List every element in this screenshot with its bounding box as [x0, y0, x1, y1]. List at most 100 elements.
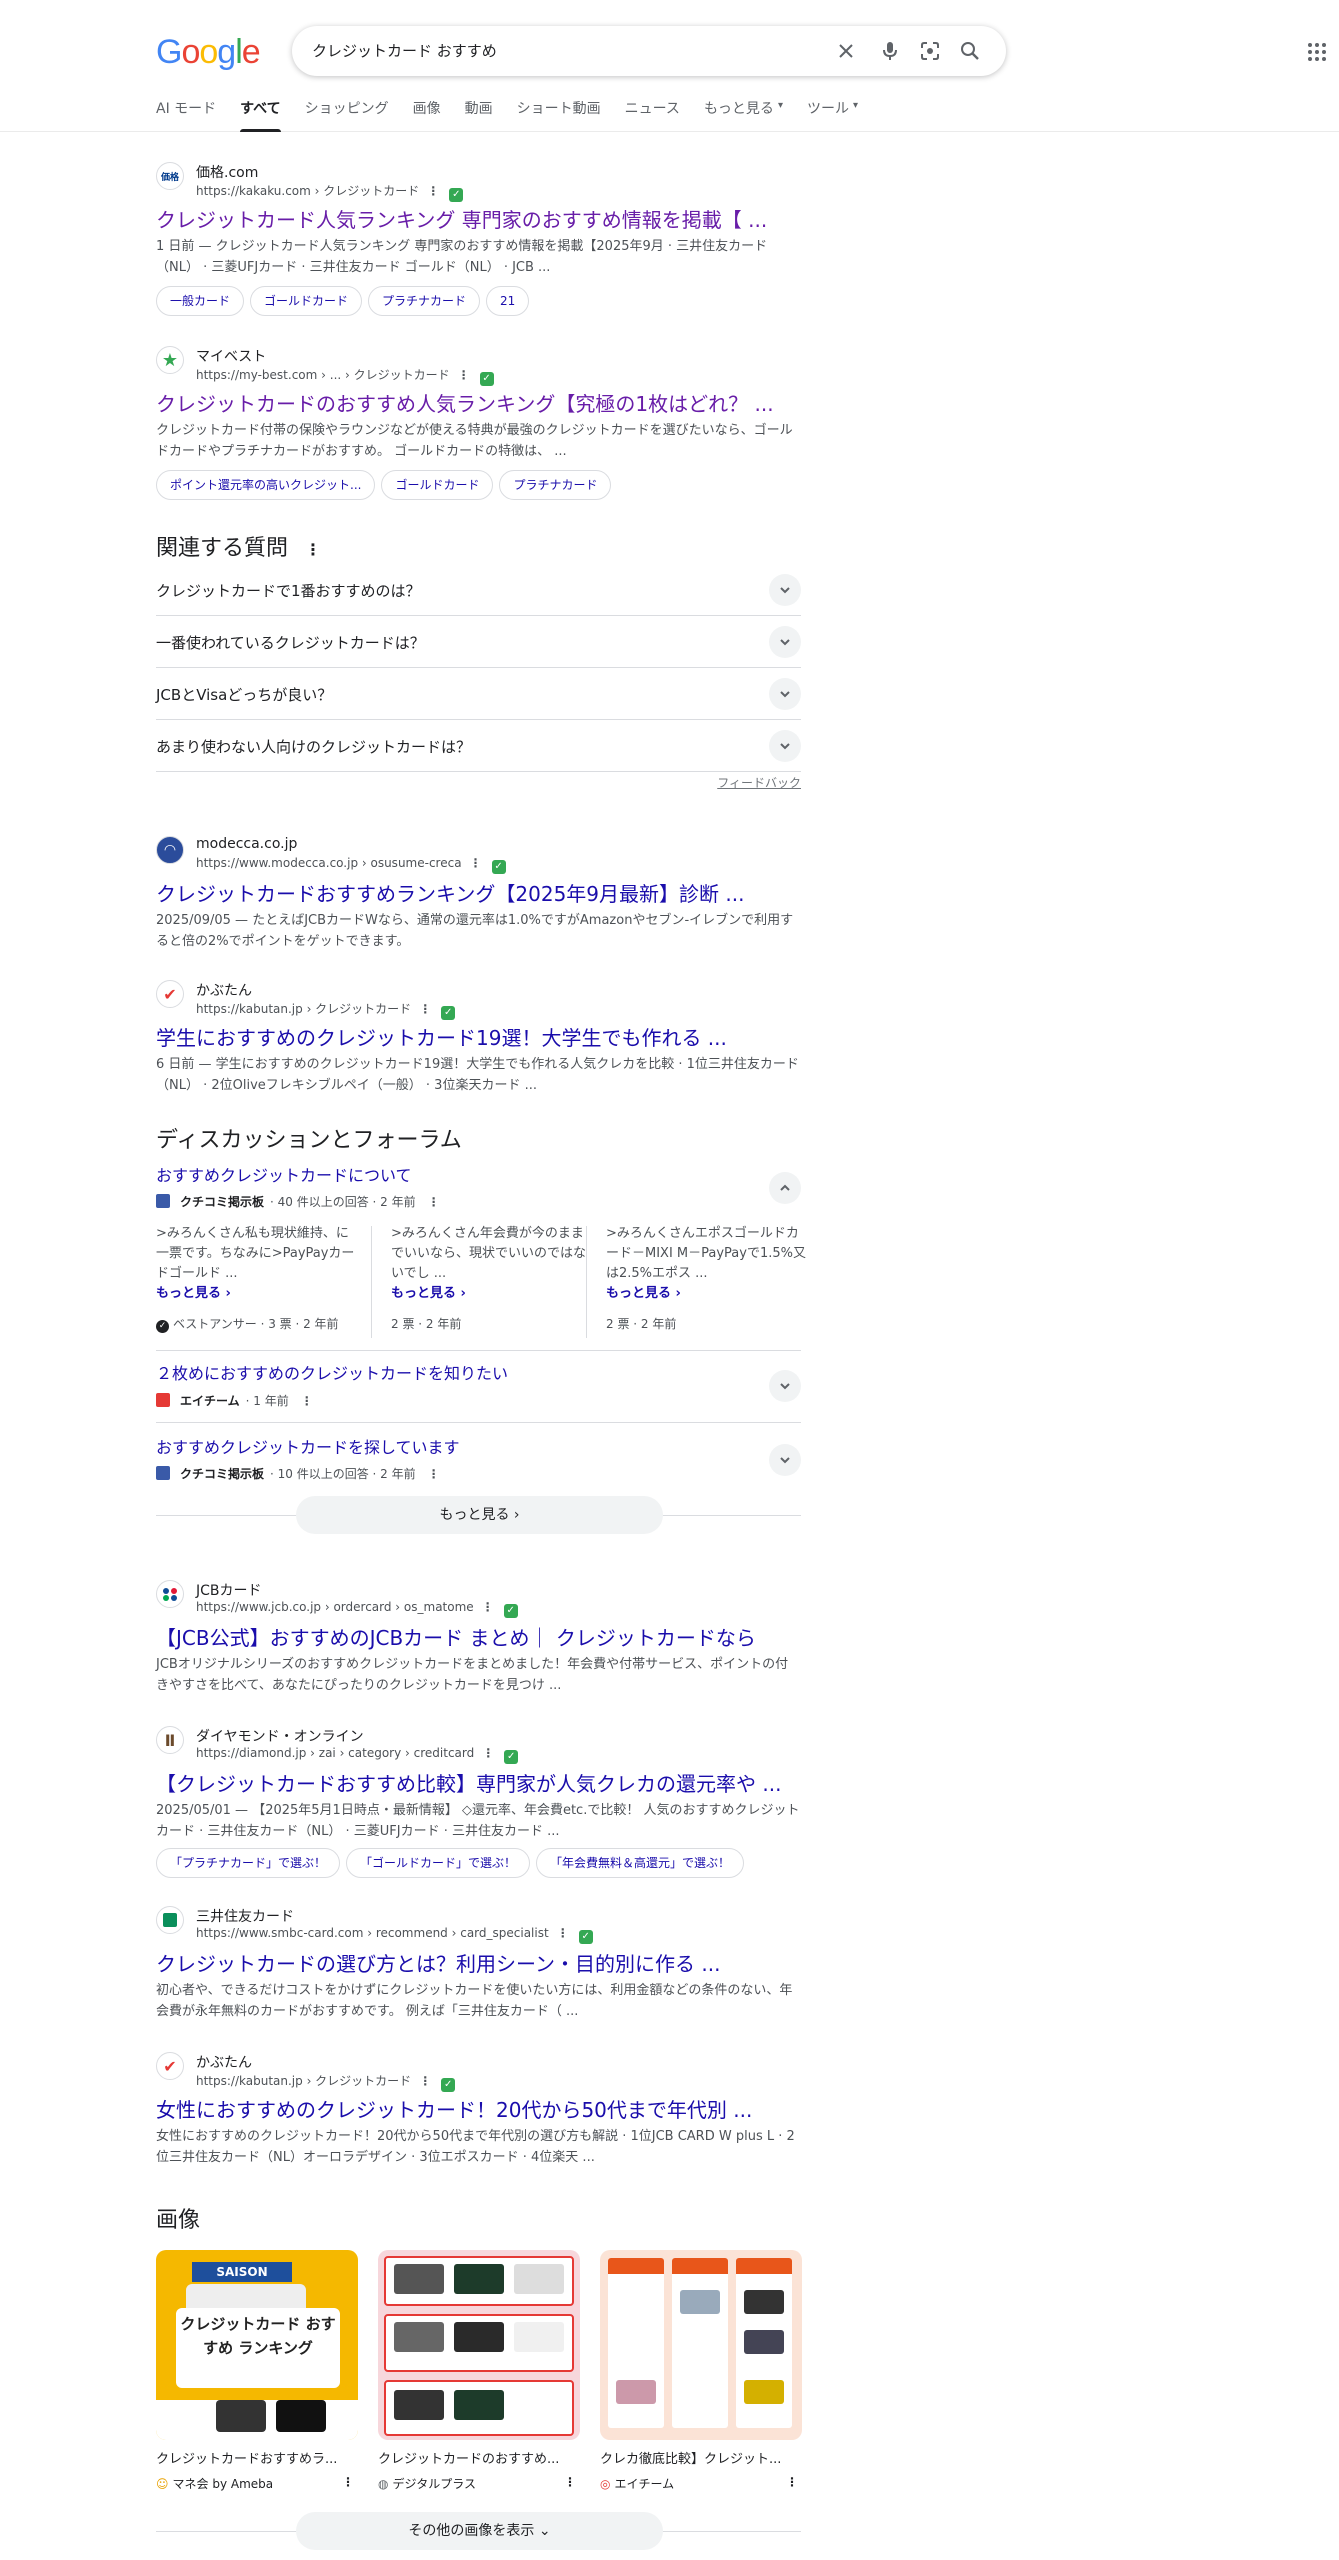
- result-title-link[interactable]: クレジットカード人気ランキング 専門家のおすすめ情報を掲載【 ...: [156, 204, 767, 233]
- tab-6[interactable]: ニュース: [625, 100, 680, 132]
- discussion-title-link[interactable]: ２枚めにおすすめのクレジットカードを知りたい: [156, 1360, 508, 1384]
- result-site-name[interactable]: かぶたん: [196, 2052, 252, 2072]
- more-options-icon[interactable]: ⋮: [557, 1926, 569, 1940]
- image-result[interactable]: クレカ徹底比較】クレジット... ◎ エイチーム ⋮: [600, 2250, 802, 2492]
- discussion-title-link[interactable]: おすすめクレジットカードについて: [156, 1162, 412, 1186]
- more-options-icon[interactable]: ⋮: [305, 540, 321, 559]
- more-options-icon[interactable]: ⋮: [419, 2074, 431, 2088]
- chevron-up-icon[interactable]: [769, 1172, 801, 1204]
- result-url[interactable]: https://www.smbc-card.com › recommend › …: [196, 1926, 593, 1944]
- chip-link[interactable]: 「年会費無料＆高還元」で選ぶ！: [536, 1848, 745, 1878]
- result-url[interactable]: https://diamond.jp › zai › category › cr…: [196, 1746, 519, 1764]
- result-site-name[interactable]: 価格.com: [196, 162, 258, 182]
- tab-1[interactable]: すべて: [240, 100, 282, 132]
- tab-8[interactable]: ツール: [807, 100, 849, 132]
- search-box[interactable]: クレジットカード おすすめ: [292, 26, 1006, 76]
- chip-link[interactable]: ゴールドカード: [250, 286, 363, 316]
- image-thumbnail[interactable]: [378, 2250, 580, 2440]
- paa-question[interactable]: JCBとVisaどっちが良い？: [156, 668, 801, 720]
- image-thumbnail[interactable]: [600, 2250, 802, 2440]
- tab-2[interactable]: ショッピング: [305, 100, 389, 132]
- google-logo[interactable]: Google: [156, 33, 261, 72]
- more-options-icon[interactable]: ⋮: [342, 2475, 354, 2489]
- more-options-icon[interactable]: ⋮: [470, 856, 482, 870]
- result-site-name[interactable]: マイベスト: [196, 346, 266, 366]
- tab-0[interactable]: AI モード: [156, 100, 216, 132]
- discussion-answer[interactable]: >みろんくさん年会費が今のままでいいなら、現状でいいのではないでし ... もっ…: [391, 1224, 591, 1334]
- show-more-images-button[interactable]: その他の画像を表示 ⌄: [296, 2512, 663, 2550]
- lens-icon[interactable]: [918, 39, 942, 63]
- result-site-name[interactable]: かぶたん: [196, 980, 252, 1000]
- chip-link[interactable]: プラチナカード: [368, 286, 481, 316]
- result-title-link[interactable]: 【JCB公式】おすすめのJCBカード まとめ｜ クレジットカードなら: [156, 1622, 756, 1651]
- more-options-icon[interactable]: ⋮: [786, 2475, 798, 2489]
- result-title-link[interactable]: クレジットカードのおすすめ人気ランキング【究極の1枚はどれ？ ...: [156, 388, 774, 417]
- image-caption[interactable]: クレジットカードおすすめラ...: [156, 2448, 358, 2467]
- chip-link[interactable]: ゴールドカード: [381, 470, 494, 500]
- chip-link[interactable]: 「プラチナカード」で選ぶ！: [156, 1848, 341, 1878]
- result-title-link[interactable]: クレジットカードの選び方とは？利用シーン・目的別に作る ...: [156, 1948, 720, 1977]
- image-result[interactable]: クレジットカードのおすすめ... ◍ デジタルプラス ⋮: [378, 2250, 580, 2492]
- chevron-down-icon[interactable]: [769, 626, 801, 658]
- result-url[interactable]: https://my-best.com › ... › クレジットカード ⋮ ✓: [196, 366, 494, 386]
- clear-icon[interactable]: [834, 39, 858, 63]
- chip-link[interactable]: プラチナカード: [499, 470, 612, 500]
- result-url[interactable]: https://kabutan.jp › クレジットカード ⋮ ✓: [196, 1000, 456, 1020]
- result-site-name[interactable]: modecca.co.jp: [196, 836, 297, 852]
- search-input[interactable]: クレジットカード おすすめ: [312, 40, 497, 61]
- apps-grid-icon[interactable]: [1305, 40, 1329, 64]
- image-caption[interactable]: クレジットカードのおすすめ...: [378, 2448, 580, 2467]
- result-url[interactable]: https://kakaku.com › クレジットカード ⋮ ✓: [196, 182, 464, 202]
- more-options-icon[interactable]: ⋮: [427, 184, 439, 198]
- more-options-icon[interactable]: ⋮: [301, 1394, 313, 1408]
- tab-4[interactable]: 動画: [465, 100, 493, 132]
- search-icon[interactable]: [958, 39, 982, 63]
- show-more-link[interactable]: もっと見る ›: [606, 1284, 806, 1304]
- discussion-answer[interactable]: >みろんくさんエポスゴールドカード－MIXI M－PayPayで1.5%又は2.…: [606, 1224, 806, 1334]
- chip-link[interactable]: 21: [486, 286, 530, 316]
- image-thumbnail[interactable]: SAISON クレジットカード おすすめ ランキング: [156, 2250, 358, 2440]
- paa-question[interactable]: 一番使われているクレジットカードは？: [156, 616, 801, 668]
- image-source[interactable]: ◎ エイチーム ⋮: [600, 2475, 802, 2492]
- more-options-icon[interactable]: ⋮: [428, 1195, 440, 1209]
- discussion-answer[interactable]: >みろんくさん私も現状維持、に一票です。ちなみに>PayPayカードゴールド .…: [156, 1224, 356, 1334]
- chip-link[interactable]: 「ゴールドカード」で選ぶ！: [346, 1848, 531, 1878]
- chip-link[interactable]: 一般カード: [156, 286, 245, 316]
- image-source[interactable]: ☺ マネ会 by Ameba ⋮: [156, 2475, 358, 2492]
- chevron-down-icon[interactable]: [769, 1370, 801, 1402]
- result-site-name[interactable]: JCBカード: [196, 1580, 262, 1600]
- result-url[interactable]: https://kabutan.jp › クレジットカード ⋮ ✓: [196, 2072, 456, 2092]
- more-options-icon[interactable]: ⋮: [419, 1002, 431, 1016]
- tab-3[interactable]: 画像: [413, 100, 441, 132]
- discussion-title-link[interactable]: おすすめクレジットカードを探しています: [156, 1434, 460, 1458]
- show-more-link[interactable]: もっと見る ›: [391, 1284, 591, 1304]
- show-more-discussions-button[interactable]: もっと見る ›: [296, 1496, 663, 1534]
- microphone-icon[interactable]: [878, 39, 902, 63]
- more-options-icon[interactable]: ⋮: [482, 1600, 494, 1614]
- show-more-link[interactable]: もっと見る ›: [156, 1284, 356, 1304]
- result-title-link[interactable]: 女性におすすめのクレジットカード！20代から50代まで年代別 ...: [156, 2094, 752, 2123]
- result-title-link[interactable]: 学生におすすめのクレジットカード19選！大学生でも作れる ...: [156, 1022, 727, 1051]
- tab-7[interactable]: もっと見る: [704, 100, 774, 132]
- paa-question[interactable]: あまり使わない人向けのクレジットカードは？: [156, 720, 801, 772]
- chevron-down-icon[interactable]: [769, 574, 801, 606]
- result-url[interactable]: https://www.modecca.co.jp › osusume-crec…: [196, 856, 506, 874]
- image-caption[interactable]: クレカ徹底比較】クレジット...: [600, 2448, 802, 2467]
- image-result[interactable]: SAISON クレジットカード おすすめ ランキング クレジットカードおすすめラ…: [156, 2250, 358, 2492]
- result-site-name[interactable]: 三井住友カード: [196, 1906, 294, 1926]
- chip-link[interactable]: ポイント還元率の高いクレジット...: [156, 470, 376, 500]
- result-title-link[interactable]: 【クレジットカードおすすめ比較】専門家が人気クレカの還元率や ...: [156, 1768, 781, 1797]
- result-url[interactable]: https://www.jcb.co.jp › ordercard › os_m…: [196, 1600, 518, 1618]
- image-source[interactable]: ◍ デジタルプラス ⋮: [378, 2475, 580, 2492]
- paa-question[interactable]: クレジットカードで1番おすすめのは？: [156, 564, 801, 616]
- more-options-icon[interactable]: ⋮: [482, 1746, 494, 1760]
- result-title-link[interactable]: クレジットカードおすすめランキング【2025年9月最新】診断 ...: [156, 878, 744, 907]
- feedback-link[interactable]: フィードバック: [717, 774, 801, 791]
- chevron-down-icon[interactable]: [769, 730, 801, 762]
- tab-5[interactable]: ショート動画: [517, 100, 601, 132]
- chevron-down-icon[interactable]: [769, 678, 801, 710]
- result-site-name[interactable]: ダイヤモンド・オンライン: [196, 1726, 364, 1746]
- chevron-down-icon[interactable]: [769, 1444, 801, 1476]
- more-options-icon[interactable]: ⋮: [428, 1467, 440, 1481]
- more-options-icon[interactable]: ⋮: [458, 368, 470, 382]
